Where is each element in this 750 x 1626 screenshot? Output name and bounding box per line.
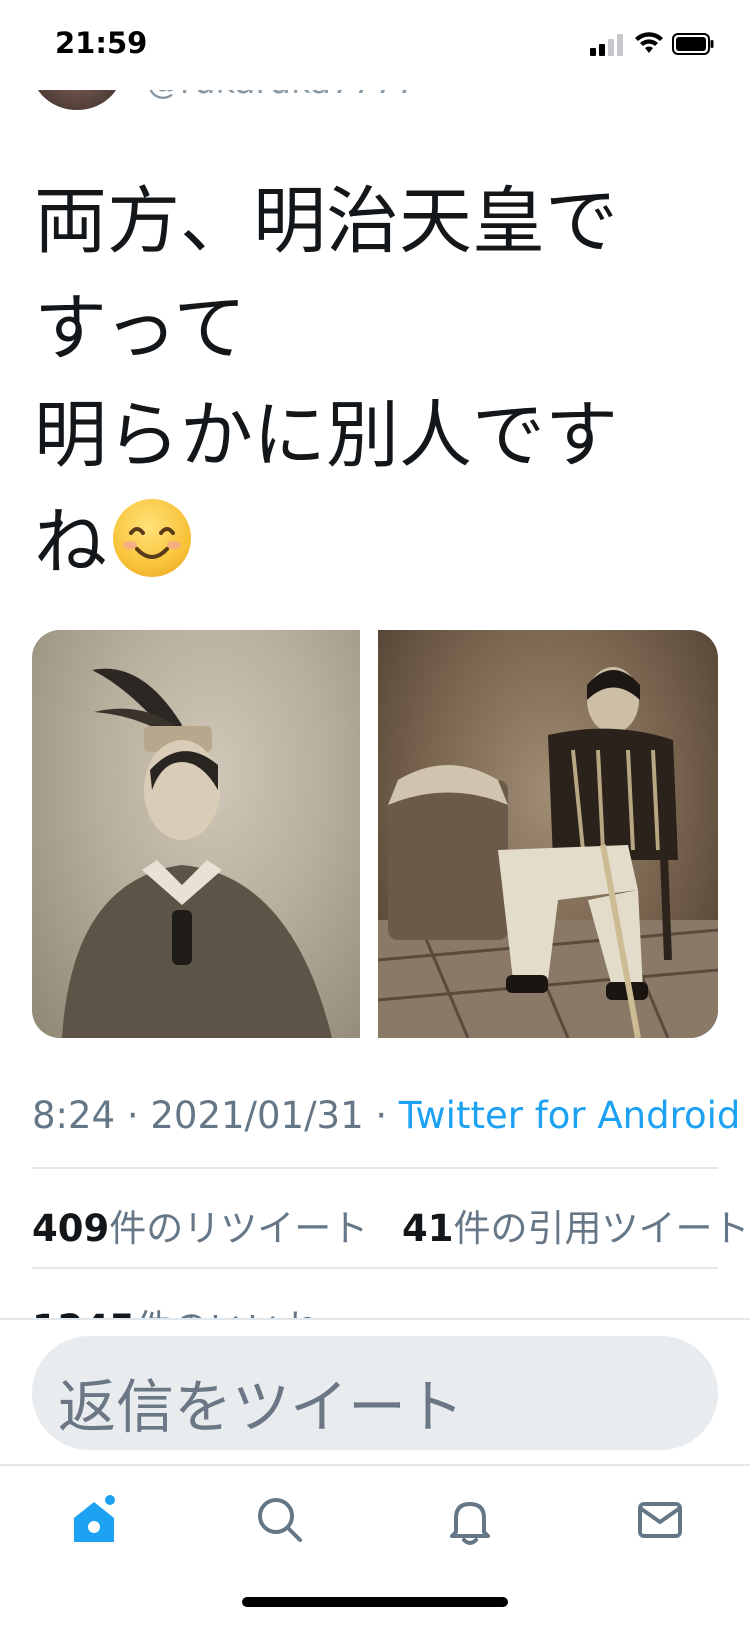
tweet-source-link[interactable]: Twitter for Android	[399, 1094, 740, 1137]
divider	[32, 1267, 718, 1269]
photo-portrait-right[interactable]	[377, 630, 718, 1038]
tweet-text: 両方、明治天皇で すって 明らかに別人です ね	[34, 168, 694, 596]
likes-stat[interactable]: 1245件のいいね	[32, 1298, 320, 1320]
tweet-line: 明らかに別人です	[34, 393, 618, 478]
tweet-line-text: ね	[34, 500, 107, 585]
battery-icon	[672, 33, 714, 55]
search-icon[interactable]	[252, 1492, 308, 1548]
tweet-stats: 409件のリツイート 41件の引用ツイート	[32, 1198, 750, 1252]
tweet-timestamp-row: 8:24 · 2021/01/31 · Twitter for Android	[32, 1094, 740, 1137]
status-bar: 21:59	[0, 0, 750, 90]
reply-input[interactable]: 返信をツイート	[32, 1336, 718, 1450]
retweets-label: 件のリツイート	[109, 1207, 369, 1250]
reply-placeholder: 返信をツイート	[58, 1373, 465, 1441]
messages-icon[interactable]	[632, 1492, 688, 1548]
divider	[32, 1167, 718, 1169]
tweet-line-last: ね	[34, 489, 694, 596]
smiling-face-emoji-icon	[113, 499, 191, 577]
status-time: 21:59	[55, 26, 148, 60]
tweet-line: 両方、明治天皇で	[34, 179, 618, 264]
quotes-count: 41	[402, 1207, 454, 1250]
quotes-label: 件の引用ツイート	[453, 1207, 750, 1250]
tweet-media[interactable]	[32, 630, 718, 1038]
tweet-line: すって	[34, 286, 247, 371]
quotes-stat[interactable]: 41件の引用ツイート	[402, 1198, 750, 1252]
wifi-icon	[635, 32, 663, 53]
retweets-count: 409	[32, 1207, 110, 1250]
home-icon[interactable]	[66, 1492, 122, 1548]
reply-bar: 返信をツイート	[0, 1318, 750, 1466]
photo-portrait-left[interactable]	[32, 630, 360, 1038]
tweet-timestamp: 8:24 · 2021/01/31 ·	[32, 1094, 399, 1137]
cellular-signal-icon	[590, 34, 624, 56]
retweets-stat[interactable]: 409件のリツイート	[32, 1198, 368, 1252]
home-indicator	[242, 1597, 508, 1607]
notifications-icon[interactable]	[442, 1492, 498, 1548]
